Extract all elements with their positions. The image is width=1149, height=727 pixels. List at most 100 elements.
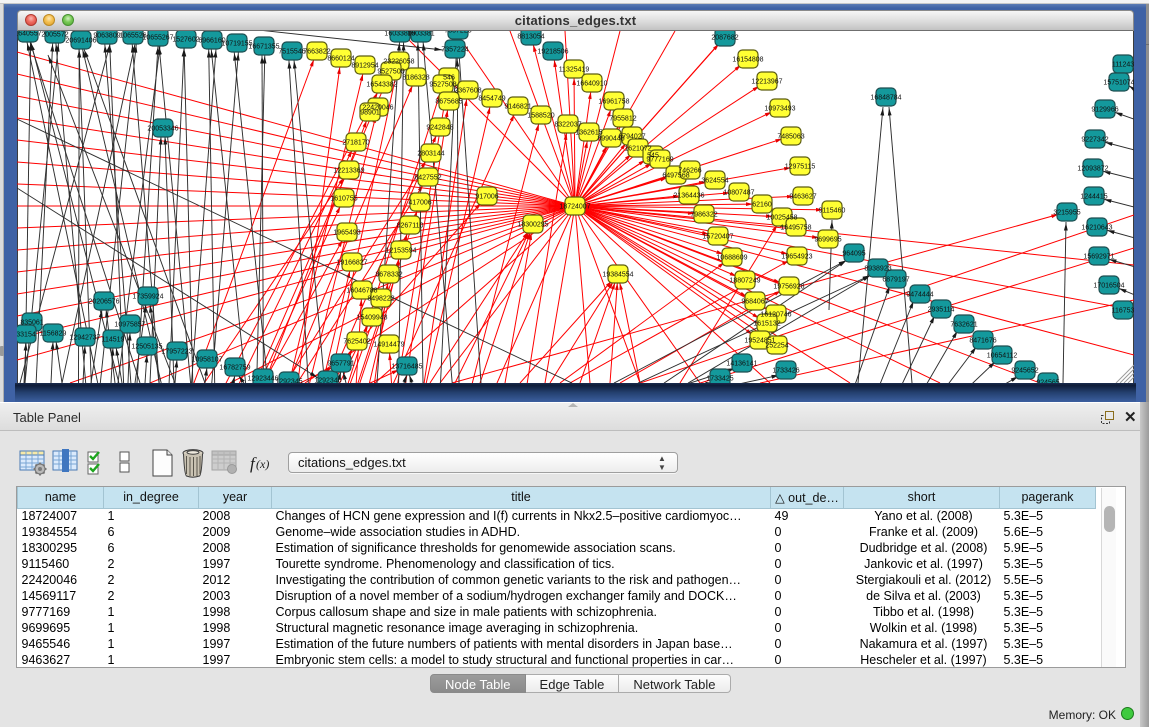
svg-text:10958107: 10958107 bbox=[191, 357, 222, 364]
svg-text:18300295: 18300295 bbox=[517, 222, 548, 229]
svg-text:20206576: 20206576 bbox=[88, 299, 119, 306]
svg-text:7632621: 7632621 bbox=[950, 322, 977, 329]
svg-text:10025458: 10025458 bbox=[766, 215, 797, 222]
svg-text:12942737: 12942737 bbox=[69, 335, 100, 342]
svg-text:114519: 114519 bbox=[102, 337, 125, 344]
svg-text:3624554: 3624554 bbox=[701, 178, 728, 185]
svg-text:2718170: 2718170 bbox=[342, 140, 369, 147]
svg-text:8660124: 8660124 bbox=[327, 56, 354, 63]
svg-text:9245652: 9245652 bbox=[1011, 368, 1038, 375]
svg-text:14136141: 14136141 bbox=[726, 361, 757, 368]
svg-text:8471676: 8471676 bbox=[969, 338, 996, 345]
svg-text:8322037: 8322037 bbox=[554, 122, 581, 129]
svg-text:9777169: 9777169 bbox=[646, 157, 673, 164]
svg-text:7955812: 7955812 bbox=[609, 116, 636, 123]
svg-text:16495758: 16495758 bbox=[780, 225, 811, 232]
svg-text:10973493: 10973493 bbox=[764, 106, 795, 113]
svg-text:6879197: 6879197 bbox=[882, 277, 909, 284]
svg-text:417006: 417006 bbox=[408, 200, 431, 207]
svg-text:98901: 98901 bbox=[360, 110, 380, 117]
svg-text:9699695: 9699695 bbox=[814, 237, 841, 244]
svg-text:7357224: 7357224 bbox=[441, 47, 468, 54]
svg-text:924565: 924565 bbox=[1036, 380, 1059, 384]
svg-text:23226058: 23226058 bbox=[383, 59, 414, 66]
svg-text:(x): (x) bbox=[256, 457, 269, 471]
svg-text:16120746: 16120746 bbox=[760, 312, 791, 319]
svg-text:16640910: 16640910 bbox=[576, 81, 607, 88]
svg-text:17016504: 17016504 bbox=[1093, 283, 1124, 290]
svg-text:19756928: 19756928 bbox=[773, 284, 804, 291]
svg-text:10655267: 10655267 bbox=[142, 35, 173, 42]
svg-text:6794027: 6794027 bbox=[618, 134, 645, 141]
svg-text:2803144: 2803144 bbox=[417, 151, 444, 158]
svg-text:9146821: 9146821 bbox=[504, 104, 531, 111]
svg-text:9657791: 9657791 bbox=[327, 361, 354, 368]
svg-text:15720407: 15720407 bbox=[702, 234, 733, 241]
svg-text:9474444: 9474444 bbox=[906, 292, 933, 299]
svg-text:15409948: 15409948 bbox=[356, 315, 387, 322]
svg-text:7357225: 7357225 bbox=[444, 31, 471, 35]
svg-text:1610755: 1610755 bbox=[330, 196, 357, 203]
svg-text:16782759: 16782759 bbox=[219, 365, 250, 372]
svg-text:835061: 835061 bbox=[20, 320, 43, 327]
svg-text:17957223: 17957223 bbox=[161, 349, 192, 356]
svg-text:12153594: 12153594 bbox=[385, 248, 416, 255]
svg-text:8813054: 8813054 bbox=[517, 34, 544, 41]
svg-text:19218506: 19218506 bbox=[537, 49, 568, 56]
svg-text:13716485: 13716485 bbox=[391, 364, 422, 371]
svg-text:111243: 111243 bbox=[1112, 62, 1134, 69]
svg-text:8678332: 8678332 bbox=[375, 272, 402, 279]
svg-text:9129966: 9129966 bbox=[1091, 107, 1118, 114]
svg-text:8186328: 8186328 bbox=[402, 75, 429, 82]
svg-text:9684067: 9684067 bbox=[741, 299, 768, 306]
svg-text:7515546: 7515546 bbox=[278, 49, 305, 56]
svg-text:16046788: 16046788 bbox=[346, 288, 377, 295]
svg-text:964095: 964095 bbox=[842, 251, 865, 258]
svg-text:7986322: 7986322 bbox=[690, 212, 717, 219]
svg-text:10975857: 10975857 bbox=[114, 322, 145, 329]
svg-text:2087682: 2087682 bbox=[711, 35, 738, 42]
svg-text:19654923: 19654923 bbox=[781, 254, 812, 261]
svg-text:21364436: 21364436 bbox=[673, 193, 704, 200]
svg-text:17359924: 17359924 bbox=[132, 294, 163, 301]
svg-text:18807249: 18807249 bbox=[729, 278, 760, 285]
svg-text:546: 546 bbox=[443, 75, 455, 82]
svg-text:9063809: 9063809 bbox=[93, 33, 120, 40]
svg-text:12975115: 12975115 bbox=[785, 164, 816, 171]
svg-text:9227342: 9227342 bbox=[1081, 137, 1108, 144]
svg-text:8675685: 8675685 bbox=[435, 99, 462, 106]
svg-text:12213967: 12213967 bbox=[751, 79, 782, 86]
svg-text:16543382: 16543382 bbox=[366, 82, 397, 89]
svg-text:15751074: 15751074 bbox=[1103, 80, 1134, 87]
svg-text:1244415: 1244415 bbox=[1080, 194, 1107, 201]
svg-text:8267110: 8267110 bbox=[397, 223, 424, 230]
svg-text:2367608: 2367608 bbox=[454, 88, 481, 95]
svg-text:15692971: 15692971 bbox=[1083, 254, 1114, 261]
svg-text:62160: 62160 bbox=[752, 202, 772, 209]
svg-text:19384554: 19384554 bbox=[602, 272, 633, 279]
svg-text:7485063: 7485063 bbox=[777, 134, 804, 141]
svg-text:10654112: 10654112 bbox=[987, 353, 1018, 360]
svg-text:9463627: 9463627 bbox=[789, 194, 816, 201]
svg-text:9527508: 9527508 bbox=[429, 82, 456, 89]
svg-text:9115460: 9115460 bbox=[819, 208, 846, 215]
svg-text:1527602: 1527602 bbox=[172, 37, 199, 44]
svg-text:1292345: 1292345 bbox=[275, 379, 302, 384]
svg-text:917006: 917006 bbox=[475, 194, 498, 201]
svg-text:20053346: 20053346 bbox=[147, 126, 178, 133]
svg-text:1965493: 1965493 bbox=[333, 230, 360, 237]
svg-text:9242848: 9242848 bbox=[426, 125, 453, 132]
svg-text:12505135: 12505135 bbox=[131, 344, 162, 351]
svg-text:8498222: 8498222 bbox=[367, 296, 394, 303]
svg-text:3215955: 3215955 bbox=[1053, 210, 1080, 217]
svg-text:12093872: 12093872 bbox=[1077, 166, 1108, 173]
svg-text:16210643: 16210643 bbox=[1081, 225, 1112, 232]
svg-text:252254: 252254 bbox=[765, 343, 788, 350]
svg-text:11325419: 11325419 bbox=[559, 67, 590, 74]
svg-text:1603381: 1603381 bbox=[407, 31, 434, 38]
svg-text:33154: 33154 bbox=[17, 332, 36, 339]
svg-text:1640557: 1640557 bbox=[17, 31, 42, 38]
svg-text:16848784: 16848784 bbox=[870, 95, 901, 102]
svg-text:7663822: 7663822 bbox=[303, 49, 330, 56]
svg-text:1156829: 1156829 bbox=[40, 331, 67, 338]
